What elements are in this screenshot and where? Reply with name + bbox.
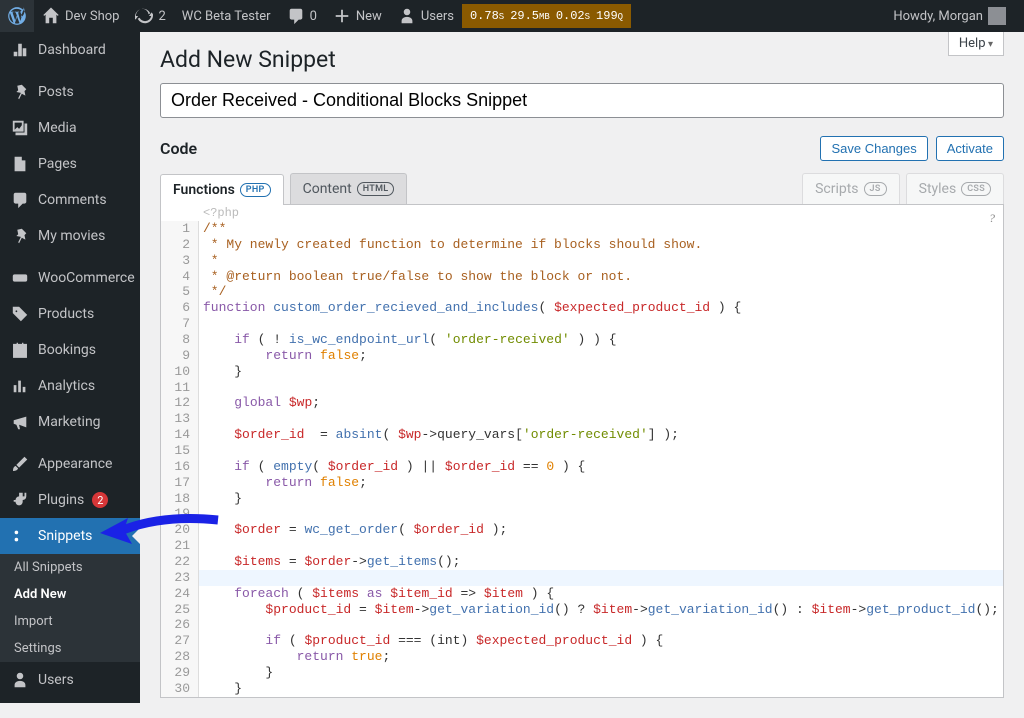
sidebar-item-plugins[interactable]: Plugins2	[0, 482, 140, 518]
page-icon	[10, 154, 30, 174]
site-name[interactable]: Dev Shop	[34, 0, 127, 32]
activate-button[interactable]: Activate	[936, 136, 1004, 161]
code-line[interactable]: 4 * @return boolean true/false to show t…	[161, 269, 1003, 285]
plug-icon	[10, 490, 30, 510]
sidebar-item-marketing[interactable]: Marketing	[0, 404, 140, 440]
save-changes-button[interactable]: Save Changes	[820, 136, 927, 161]
code-type-tabs: FunctionsPHP ContentHTML ScriptsJS Style…	[160, 173, 1004, 205]
editor-help-icon[interactable]: ?	[989, 211, 995, 226]
brush-icon	[10, 454, 30, 474]
snippet-title-input[interactable]	[160, 83, 1004, 118]
code-editor[interactable]: <?php ? 1/**2 * My newly created functio…	[160, 205, 1004, 698]
pin-icon	[10, 82, 30, 102]
my-account[interactable]: Howdy, Morgan	[885, 0, 1014, 32]
sidebar-item-woocommerce[interactable]: WooCommerce	[0, 260, 140, 296]
wp-logo[interactable]	[0, 0, 34, 32]
code-line[interactable]: 22 $items = $order->get_items();	[161, 554, 1003, 570]
code-line[interactable]: 30 }	[161, 681, 1003, 697]
code-line[interactable]: 14 $order_id = absint( $wp->query_vars['…	[161, 427, 1003, 443]
submenu-item-add-new[interactable]: Add New	[0, 581, 140, 608]
code-line[interactable]: 19	[161, 506, 1003, 522]
media-icon	[10, 118, 30, 138]
code-line[interactable]: 24 foreach ( $items as $item_id => $item…	[161, 586, 1003, 602]
sidebar-item-comments[interactable]: Comments	[0, 182, 140, 218]
plus-icon	[333, 7, 351, 25]
wc-beta-tester[interactable]: WC Beta Tester	[174, 0, 279, 32]
admin-bar: Dev Shop 2 WC Beta Tester 0 New Users 0.…	[0, 0, 1024, 32]
code-line[interactable]: 26	[161, 617, 1003, 633]
woo-icon	[10, 268, 30, 288]
code-line[interactable]: 15	[161, 443, 1003, 459]
sidebar-item-pages[interactable]: Pages	[0, 146, 140, 182]
tab-scripts: ScriptsJS	[802, 173, 900, 204]
sidebar-item-bookings[interactable]: Bookings	[0, 332, 140, 368]
admin-sidebar: Dashboard PostsMediaPagesCommentsMy movie…	[0, 32, 140, 703]
code-line[interactable]: 12 global $wp;	[161, 395, 1003, 411]
sidebar-item-users[interactable]: Users	[0, 662, 140, 698]
sidebar-item-media[interactable]: Media	[0, 110, 140, 146]
dashboard-icon	[10, 40, 30, 60]
submenu-item-import[interactable]: Import	[0, 608, 140, 635]
help-tab[interactable]: Help	[948, 32, 1004, 56]
mega-icon	[10, 412, 30, 432]
sidebar-item-my-movies[interactable]: My movies	[0, 218, 140, 254]
updates[interactable]: 2	[127, 0, 173, 32]
scissors-icon	[10, 526, 30, 546]
sidebar-item-analytics[interactable]: Analytics	[0, 368, 140, 404]
new-content[interactable]: New	[325, 0, 390, 32]
code-line[interactable]: 18 }	[161, 491, 1003, 507]
code-line[interactable]: 16 if ( empty( $order_id ) || $order_id …	[161, 459, 1003, 475]
debug-badge[interactable]: 0.78S 29.5MB 0.02S 199Q	[462, 4, 631, 28]
update-icon	[135, 7, 153, 25]
code-line[interactable]: 2 * My newly created function to determi…	[161, 237, 1003, 253]
chart-icon	[10, 376, 30, 396]
avatar	[988, 7, 1006, 25]
tag-icon	[10, 304, 30, 324]
code-line[interactable]: 25 $product_id = $item->get_variation_id…	[161, 602, 1003, 618]
code-line[interactable]: 28 return true;	[161, 649, 1003, 665]
update-badge: 2	[92, 492, 108, 508]
submenu-item-settings[interactable]: Settings	[0, 635, 140, 662]
submenu-item-all-snippets[interactable]: All Snippets	[0, 554, 140, 581]
code-line[interactable]: 23	[161, 570, 1003, 586]
tab-styles: StylesCSS	[906, 173, 1004, 204]
code-line[interactable]: 10 }	[161, 364, 1003, 380]
sidebar-item-appearance[interactable]: Appearance	[0, 446, 140, 482]
code-line[interactable]: 9 return false;	[161, 348, 1003, 364]
code-line[interactable]: 27 if ( $product_id === (int) $expected_…	[161, 633, 1003, 649]
wordpress-icon	[8, 7, 26, 25]
code-line[interactable]: 13	[161, 411, 1003, 427]
page-title: Add New Snippet	[160, 32, 1004, 83]
code-line[interactable]: 3 *	[161, 253, 1003, 269]
pin-icon	[10, 226, 30, 246]
sidebar-item-posts[interactable]: Posts	[0, 74, 140, 110]
comment-icon	[10, 190, 30, 210]
person-icon	[398, 7, 416, 25]
code-line[interactable]: 20 $order = wc_get_order( $order_id );	[161, 522, 1003, 538]
tab-functions[interactable]: FunctionsPHP	[160, 174, 284, 205]
sidebar-item-snippets[interactable]: Snippets	[0, 518, 140, 554]
comment-icon	[287, 7, 305, 25]
comments[interactable]: 0	[279, 0, 325, 32]
user-icon	[10, 670, 30, 690]
code-line[interactable]: 1/**	[161, 221, 1003, 237]
code-line[interactable]: 21	[161, 538, 1003, 554]
code-heading: Code	[160, 139, 197, 158]
code-line[interactable]: 8 if ( ! is_wc_endpoint_url( 'order-rece…	[161, 332, 1003, 348]
cal-icon	[10, 340, 30, 360]
code-line[interactable]: 17 return false;	[161, 475, 1003, 491]
code-line[interactable]: 6function custom_order_recieved_and_incl…	[161, 300, 1003, 316]
code-line[interactable]: 5 */	[161, 284, 1003, 300]
code-line[interactable]: 29 }	[161, 665, 1003, 681]
tab-content[interactable]: ContentHTML	[290, 173, 408, 204]
sidebar-item-dashboard[interactable]: Dashboard	[0, 32, 140, 68]
home-icon	[42, 7, 60, 25]
sidebar-item-products[interactable]: Products	[0, 296, 140, 332]
sidebar-item-tools[interactable]: Tools	[0, 698, 140, 703]
code-line[interactable]: 7	[161, 316, 1003, 332]
users-bar[interactable]: Users	[390, 0, 462, 32]
php-open-tag-hint: <?php	[203, 206, 239, 220]
code-line[interactable]: 11	[161, 380, 1003, 396]
